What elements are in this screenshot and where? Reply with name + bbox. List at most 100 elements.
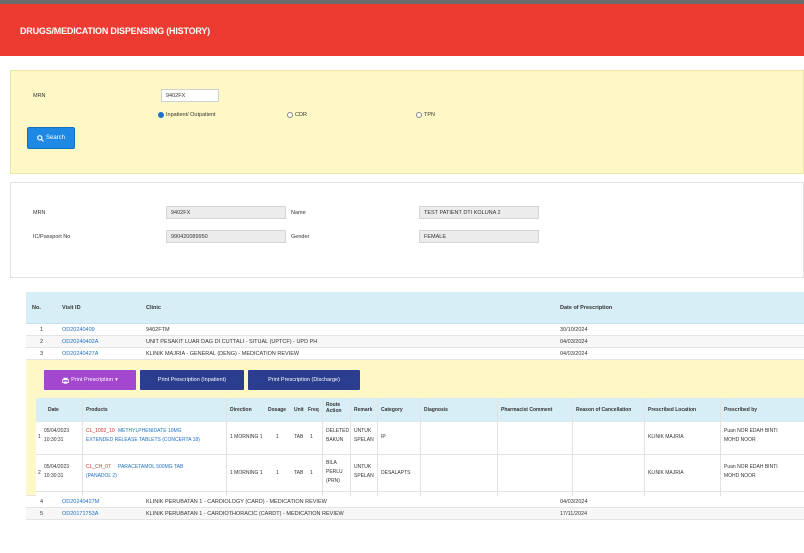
row-no: 1 — [40, 327, 44, 333]
patient-mrn-label: MRN — [33, 210, 46, 216]
column-divider — [644, 398, 645, 496]
product-tag: CL_CH_07 — [86, 464, 111, 470]
page-header: DRUGS/MEDICATION DISPENSING (HISTORY) — [0, 4, 804, 56]
row-time: 10:30:31 — [44, 437, 64, 443]
col-prescribed-location: Prescribed Location — [648, 407, 697, 413]
mrn-input[interactable]: 9402FX — [161, 89, 219, 102]
table-row[interactable]: 2 OD20240402A UNIT PESAKIT LUAR DAG DI C… — [26, 336, 804, 348]
table-row[interactable]: 3 OD20240427A KLINIK MAJRIA - GENERAL (D… — [26, 348, 804, 360]
row-clinic: UNIT PESAKIT LUAR DAG DI CUTTALI - SITUA… — [146, 339, 318, 345]
prescription-detail-table: Date Products Direction Dosage Unit Freq… — [36, 398, 804, 496]
col-prescribed-by: Prescribed by — [724, 407, 758, 413]
col-products: Products — [86, 407, 108, 413]
table-row[interactable]: 5 OD20171753A KLINIK PERUBATAN 1 - CARDI… — [26, 508, 804, 520]
row-direction: 1 MORNING 1 — [230, 434, 263, 440]
col-date: Date of Prescription — [560, 305, 613, 311]
row-date: 04/03/2024 — [560, 351, 588, 357]
col-diagnosis: Diagnosis — [424, 407, 448, 413]
col-clinic: Clinic — [146, 305, 161, 311]
row-clinic: KLINIK MAJRIA - GENERAL (DENG) - MEDICAT… — [146, 351, 300, 357]
radio-empty-icon — [287, 112, 293, 118]
patient-info-panel: MRN 9402FX Name TEST PATIENT DTI KOLUNA … — [10, 182, 804, 278]
row-remark: UNTUK — [354, 464, 372, 470]
row-remark-line2: SPELAN — [354, 437, 374, 443]
history-table: No. Visit ID Clinic Date of Prescription… — [26, 292, 804, 520]
printer-icon — [62, 377, 70, 384]
visit-id-link[interactable]: OD20240427M — [62, 499, 99, 505]
row-prescriber: Puan NOR EDAH BINTI — [724, 428, 778, 434]
row-unit: TAB — [294, 470, 304, 476]
row-no: 2 — [40, 339, 44, 345]
column-divider — [322, 398, 323, 496]
column-divider — [720, 398, 721, 496]
col-unit: Unit — [294, 407, 304, 413]
col-visit-id: Visit ID — [62, 305, 81, 311]
row-date: 04/03/2024 — [560, 499, 588, 505]
row-category: IP — [381, 434, 386, 440]
row-clinic: 9402FTM — [146, 327, 170, 333]
column-divider — [82, 398, 83, 496]
row-clinic: KLINIK PERUBATAN 1 - CARDIOLOGY (CARD) -… — [146, 499, 327, 505]
col-dosage: Dosage — [268, 407, 287, 413]
radio-tpn[interactable]: TPN — [416, 112, 435, 118]
column-divider — [497, 398, 498, 496]
visit-id-link[interactable]: OD20171753A — [62, 511, 98, 517]
row-no: 1 — [38, 434, 41, 440]
row-category: DESALAPTS — [381, 470, 411, 476]
radio-cdr[interactable]: CDR — [287, 112, 307, 118]
page-title: DRUGS/MEDICATION DISPENSING (HISTORY) — [20, 26, 210, 36]
radio-label: CDR — [295, 112, 307, 118]
print-inpatient-button[interactable]: Print Prescription (Inpatient) — [140, 370, 244, 390]
row-date: 04/03/2024 — [560, 339, 588, 345]
row-route-line2: PERLU — [326, 469, 343, 475]
row-prescriber-line2: MOHD NOOR — [724, 437, 756, 443]
product-link-line2[interactable]: EXTENDED RELEASE TABLETS (CONCERTA 18) — [86, 437, 200, 444]
visit-id-link[interactable]: OD20240402A — [62, 339, 98, 345]
col-no: No. — [32, 305, 41, 311]
history-table-header: No. Visit ID Clinic Date of Prescription — [26, 292, 804, 324]
search-button[interactable]: Search — [27, 127, 75, 149]
row-date: 05/04/2023 — [44, 428, 70, 434]
mrn-label: MRN — [33, 93, 46, 99]
row-no: 2 — [38, 470, 41, 476]
radio-empty-icon — [416, 112, 422, 118]
row-time: 10:30:31 — [44, 473, 64, 479]
print-discharge-button[interactable]: Print Prescription (Discharge) — [248, 370, 360, 390]
row-no: 5 — [40, 511, 44, 517]
col-route-action: Route Action — [326, 402, 342, 414]
row-route: BILA — [326, 460, 337, 466]
row-freq: 1 — [310, 470, 313, 476]
row-direction: 1 MORNING 1 — [230, 470, 263, 476]
col-freq: Freq — [308, 407, 319, 413]
patient-gender-label: Gender — [291, 234, 310, 240]
patient-name-field: TEST PATIENT DTI KOLUNA 2 — [419, 206, 539, 219]
print-prescription-label: Print Prescription — [71, 377, 114, 383]
col-direction: Direction — [230, 407, 252, 413]
radio-selected-icon — [158, 112, 164, 118]
row-route-line2: BAKUN — [326, 437, 344, 443]
row-remark: UNTUK — [354, 428, 372, 434]
visit-id-link[interactable]: OD20240427A — [62, 351, 98, 357]
product-link[interactable]: METHYLPHENIDATE 10MG — [118, 428, 182, 435]
table-row[interactable]: 4 OD20240427M KLINIK PERUBATAN 1 - CARDI… — [26, 496, 804, 508]
product-link-line2[interactable]: (PANADOL 2) — [86, 473, 117, 480]
radio-inpatient[interactable]: Inpatient/ Outpatient — [158, 112, 216, 118]
row-no: 4 — [40, 499, 44, 505]
column-divider — [377, 398, 378, 496]
caret-down-icon: ▾ — [115, 377, 118, 383]
visit-id-link[interactable]: OD20240409 — [62, 327, 95, 333]
patient-ic-field: 990420089950 — [166, 230, 286, 243]
table-row[interactable]: 1 OD20240409 9402FTM 30/10/2024 — [26, 324, 804, 336]
row-location: KLINIK MAJRIA — [648, 470, 684, 476]
column-divider — [350, 398, 351, 496]
row-dosage: 1 — [276, 434, 279, 440]
row-prescriber-line2: MOHD NOOR — [724, 473, 756, 479]
radio-label: TPN — [424, 112, 435, 118]
row-clinic: KLINIK PERUBATAN 1 - CARDIOTHORACIC (CAR… — [146, 511, 344, 517]
print-prescription-button[interactable]: Print Prescription ▾ — [44, 370, 136, 390]
row-freq: 1 — [310, 434, 313, 440]
product-link[interactable]: PARACETAMOL 500MG TAB — [118, 464, 183, 471]
row-date: 05/04/2023 — [44, 464, 70, 470]
row-location: KLINIK MAJRIA — [648, 434, 684, 440]
row-date: 17/11/2024 — [560, 511, 588, 517]
